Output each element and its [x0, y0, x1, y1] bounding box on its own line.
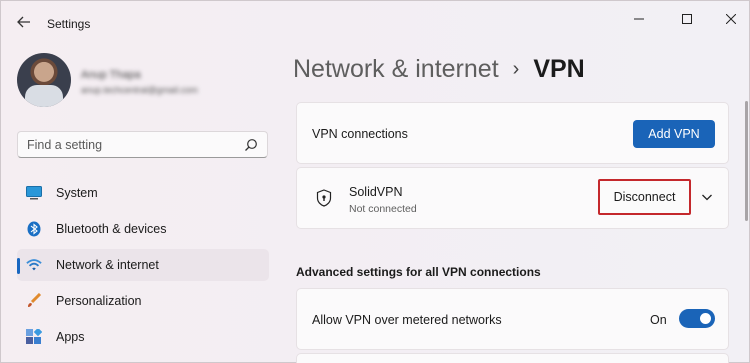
sidebar-item-bluetooth[interactable]: Bluetooth & devices	[17, 213, 269, 245]
toggle-state-label: On	[650, 313, 667, 327]
minimize-button[interactable]	[621, 5, 657, 33]
metered-toggle[interactable]	[679, 309, 715, 328]
shield-icon	[316, 189, 332, 207]
search-icon[interactable]	[244, 138, 258, 152]
sidebar-item-label: System	[56, 186, 98, 200]
toggle-knob	[700, 313, 711, 324]
title-bar: Settings	[1, 1, 749, 47]
close-button[interactable]	[713, 5, 749, 33]
settings-window: Settings Anup Thapa anup.techcentral@gma…	[0, 0, 750, 363]
sidebar-item-label: Network & internet	[56, 258, 159, 272]
add-vpn-button[interactable]: Add VPN	[633, 120, 715, 148]
advanced-settings-heading: Advanced settings for all VPN connection…	[296, 265, 541, 279]
breadcrumb-parent[interactable]: Network & internet	[293, 55, 499, 84]
vpn-connections-card: VPN connections Add VPN	[296, 102, 729, 164]
sidebar-item-label: Bluetooth & devices	[56, 222, 167, 236]
sidebar-item-system[interactable]: System	[17, 177, 269, 209]
chevron-down-icon[interactable]	[701, 192, 713, 202]
vpn-name: SolidVPN	[349, 185, 403, 199]
avatar[interactable]	[17, 53, 71, 107]
scrollbar[interactable]	[745, 101, 748, 221]
sidebar-item-network[interactable]: Network & internet	[17, 249, 269, 281]
bluetooth-icon	[26, 221, 42, 237]
close-icon	[726, 14, 736, 24]
disconnect-button[interactable]: Disconnect	[598, 179, 691, 215]
sidebar-nav: System Bluetooth & devices Network & int…	[17, 177, 269, 357]
maximize-button[interactable]	[669, 5, 705, 33]
breadcrumb: Network & internet › VPN	[293, 55, 585, 84]
monitor-icon	[26, 185, 42, 201]
minimize-icon	[634, 18, 644, 20]
vpn-status: Not connected	[349, 203, 417, 215]
search-input[interactable]	[18, 132, 228, 157]
vpn-connections-label: VPN connections	[312, 127, 408, 141]
next-setting-card	[296, 353, 729, 363]
sidebar-item-apps[interactable]: Apps	[17, 321, 269, 353]
back-button[interactable]	[13, 11, 35, 33]
metered-setting-label: Allow VPN over metered networks	[312, 313, 502, 327]
app-title: Settings	[47, 17, 91, 31]
profile-email: anup.techcentral@gmail.com	[81, 85, 198, 95]
maximize-icon	[682, 14, 692, 24]
vpn-entry-card[interactable]: SolidVPN Not connected Disconnect	[296, 167, 729, 229]
back-arrow-icon	[17, 16, 30, 28]
apps-icon	[26, 329, 42, 345]
search-box	[17, 131, 268, 158]
breadcrumb-separator: ›	[512, 58, 520, 80]
metered-setting-card: Allow VPN over metered networks On	[296, 288, 729, 350]
sidebar-item-personalization[interactable]: Personalization	[17, 285, 269, 317]
wifi-icon	[26, 257, 42, 273]
brush-icon	[26, 293, 42, 309]
sidebar-item-label: Personalization	[56, 294, 142, 308]
active-indicator	[17, 258, 20, 274]
sidebar-item-label: Apps	[56, 330, 85, 344]
profile-name: Anup Thapa	[81, 69, 141, 81]
page-title: VPN	[533, 55, 585, 83]
